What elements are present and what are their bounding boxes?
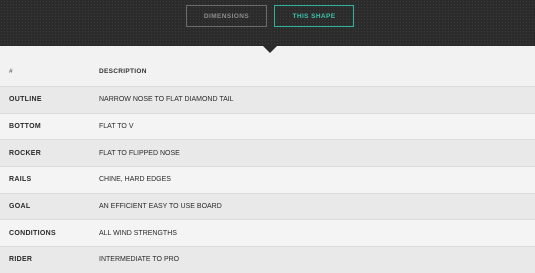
table-row: OUTLINE NARROW NOSE TO FLAT DIAMOND TAIL	[0, 86, 535, 113]
table-row: RAILS CHINE, HARD EDGES	[0, 166, 535, 193]
tab-dimensions[interactable]: DIMENSIONS	[186, 5, 267, 27]
shape-table: # DESCRIPTION OUTLINE NARROW NOSE TO FLA…	[0, 56, 535, 273]
active-tab-pointer	[263, 46, 277, 53]
table-header: # DESCRIPTION	[0, 56, 535, 86]
row-label: GOAL	[9, 203, 31, 211]
row-value: INTERMEDIATE TO PRO	[99, 256, 180, 264]
row-value: ALL WIND STRENGTHS	[99, 229, 177, 237]
header-bar: DIMENSIONS THIS SHAPE	[0, 0, 535, 46]
table-row: CONDITIONS ALL WIND STRENGTHS	[0, 219, 535, 247]
table-row: BOTTOM FLAT TO V	[0, 112, 535, 140]
row-label: CONDITIONS	[9, 229, 56, 237]
row-label: BOTTOM	[9, 123, 42, 131]
header-number: #	[9, 67, 13, 75]
row-value: NARROW NOSE TO FLAT DIAMOND TAIL	[99, 96, 234, 104]
row-value: AN EFFICIENT EASY TO USE BOARD	[99, 203, 222, 211]
row-label: ROCKER	[9, 149, 42, 157]
row-value: CHINE, HARD EDGES	[99, 176, 171, 184]
header-description: DESCRIPTION	[99, 67, 147, 75]
row-value: FLAT TO FLIPPED NOSE	[99, 149, 180, 157]
table-body: OUTLINE NARROW NOSE TO FLAT DIAMOND TAIL…	[0, 86, 535, 273]
table-row: RIDER INTERMEDIATE TO PRO	[0, 246, 535, 273]
table-row: GOAL AN EFFICIENT EASY TO USE BOARD	[0, 192, 535, 220]
row-label: OUTLINE	[9, 96, 42, 104]
row-label: RAILS	[9, 176, 32, 184]
tab-this-shape[interactable]: THIS SHAPE	[274, 5, 354, 27]
table-row: ROCKER FLAT TO FLIPPED NOSE	[0, 139, 535, 167]
row-value: FLAT TO V	[99, 123, 134, 131]
row-label: RIDER	[9, 256, 33, 264]
